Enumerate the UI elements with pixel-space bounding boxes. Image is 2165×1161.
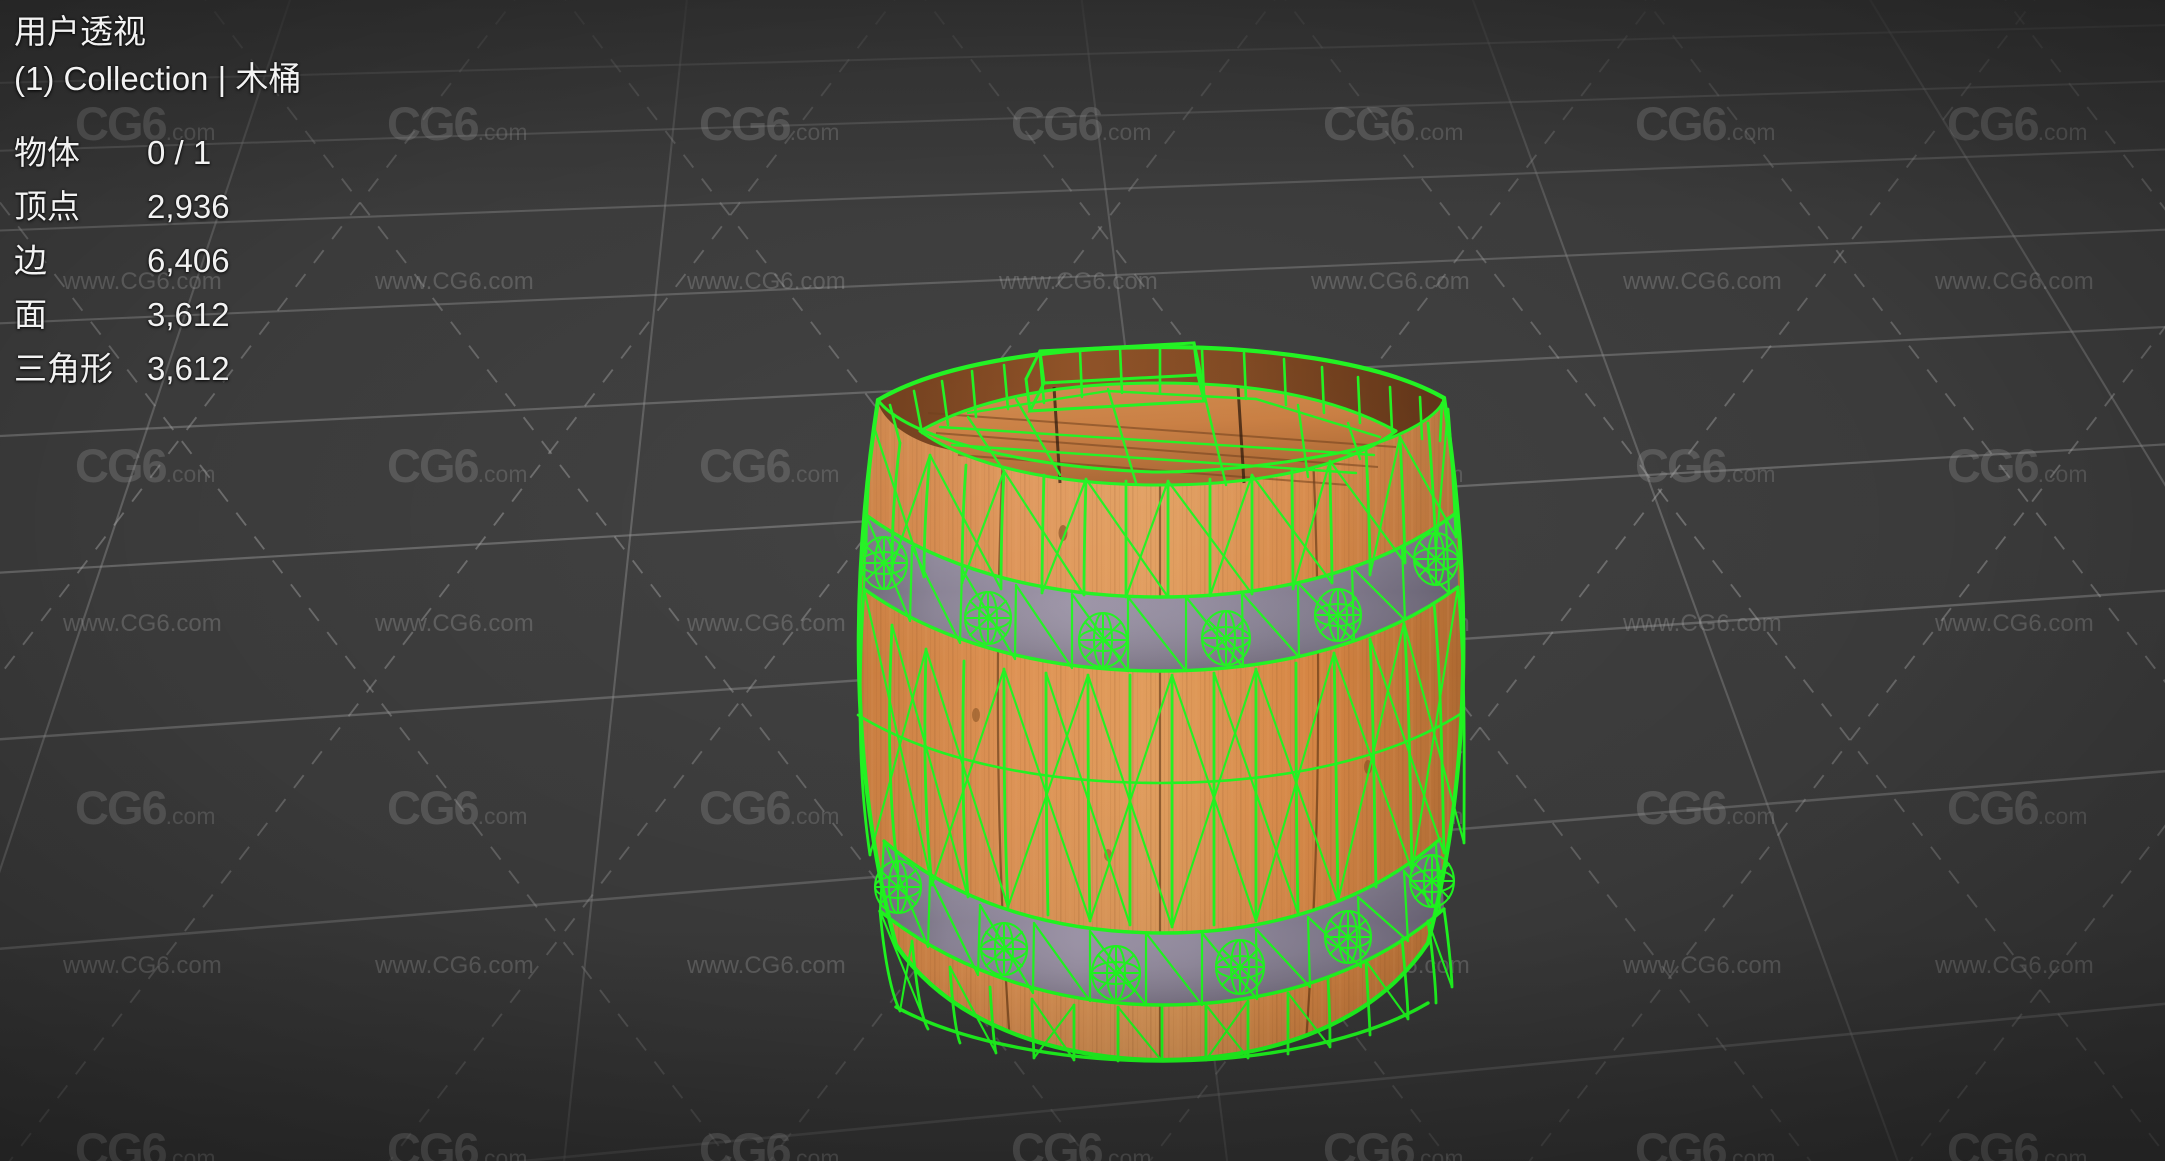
stat-value: 2,936	[147, 187, 230, 225]
stat-row: 顶点 2,936	[14, 190, 301, 244]
stat-label: 边	[14, 241, 47, 279]
barrel-model[interactable]	[808, 155, 1508, 1105]
stat-row: 物体 0 / 1	[14, 136, 301, 190]
viewport-3d[interactable]: CG6.com www.CG6.com CG6.com www.CG6.com CG6.…	[0, 0, 2165, 1161]
stat-value: 6,406	[147, 241, 230, 279]
stat-label: 三角形	[14, 349, 113, 387]
stat-row: 三角形 3,612	[14, 352, 301, 406]
stat-value: 0 / 1	[147, 133, 212, 171]
stat-value: 3,612	[147, 295, 230, 333]
scene-statistics: 物体 0 / 1 顶点 2,936 边 6,406 面 3,612 三角形 3,612	[14, 136, 301, 406]
viewport-hud: 用户透视 (1) Collection | 木桶 物体 0 / 1 顶点 2,936 边…	[14, 10, 301, 406]
stat-value: 3,612	[147, 349, 230, 387]
stat-row: 边 6,406	[14, 244, 301, 298]
stat-label: 顶点	[14, 187, 80, 225]
view-name-label: 用户透视	[14, 13, 146, 50]
collection-label: (1) Collection | 木桶	[14, 59, 302, 97]
stat-label: 面	[14, 295, 47, 333]
stat-label: 物体	[14, 133, 80, 171]
stat-row: 面 3,612	[14, 298, 301, 352]
